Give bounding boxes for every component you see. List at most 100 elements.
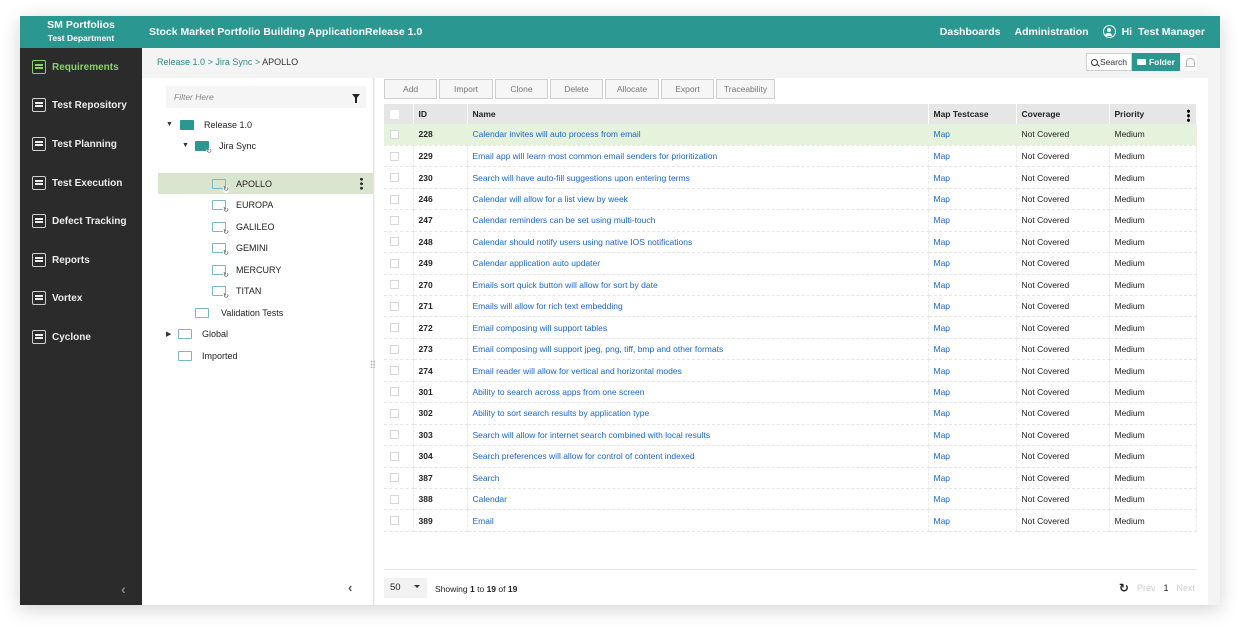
column-header-id[interactable]: ID (413, 104, 468, 124)
sidebar-item-test-execution[interactable]: Test Execution (32, 174, 122, 192)
map-testcase-link[interactable]: Map (934, 151, 951, 161)
requirement-name-link[interactable]: Emails will allow for rich text embeddin… (473, 301, 623, 311)
map-testcase-link[interactable]: Map (934, 430, 951, 440)
sidebar-item-vortex[interactable]: Vortex (32, 289, 82, 307)
delete-button[interactable]: Delete (550, 79, 603, 99)
row-checkbox[interactable] (390, 451, 399, 461)
caret-down-icon[interactable]: ▼ (182, 142, 190, 149)
table-row[interactable]: 303 Search will allow for internet search… (384, 424, 1197, 447)
table-row[interactable]: 270 Emails sort quick button will allow f… (384, 274, 1197, 297)
traceability-button[interactable]: Traceability (716, 79, 775, 99)
row-checkbox[interactable] (390, 516, 399, 526)
table-row[interactable]: 247 Calendar reminders can be set using m… (384, 209, 1197, 232)
tree-node-release[interactable]: ▼ Release 1.0 (166, 114, 252, 135)
sidebar-item-reports[interactable]: Reports (32, 251, 90, 269)
map-testcase-link[interactable]: Map (934, 280, 951, 290)
nav-dashboards[interactable]: Dashboards (940, 26, 1001, 38)
select-all-checkbox[interactable] (390, 109, 399, 119)
table-row[interactable]: 389 Email Map Not Covered Medium (384, 509, 1197, 532)
requirement-name-link[interactable]: Search preferences will allow for contro… (473, 451, 695, 461)
requirement-name-link[interactable]: Emails sort quick button will allow for … (473, 280, 658, 290)
tree-node-gemini[interactable]: GEMINI (212, 237, 268, 258)
brand[interactable]: SM Portfolios Test Department (20, 16, 142, 48)
page-size-select[interactable]: 50 (384, 578, 427, 598)
column-header-priority[interactable]: Priority (1109, 104, 1197, 124)
map-testcase-link[interactable]: Map (934, 408, 951, 418)
row-checkbox[interactable] (390, 173, 399, 183)
row-checkbox[interactable] (390, 151, 399, 161)
row-checkbox[interactable] (390, 366, 399, 376)
row-checkbox[interactable] (390, 280, 399, 290)
tree-filter-input[interactable]: Filter Here (166, 86, 366, 108)
tree-node-imported[interactable]: Imported (178, 345, 238, 366)
folder-view-button[interactable]: Folder (1131, 53, 1180, 71)
row-checkbox[interactable] (390, 215, 399, 225)
map-testcase-link[interactable]: Map (934, 344, 951, 354)
table-row[interactable]: 304 Search preferences will allow for con… (384, 445, 1197, 468)
sidebar-item-defect-tracking[interactable]: Defect Tracking (32, 212, 126, 230)
table-row[interactable]: 248 Calendar should notify users using na… (384, 231, 1197, 254)
requirement-name-link[interactable]: Search will have auto-fill suggestions u… (473, 173, 690, 183)
requirement-name-link[interactable]: Calendar should notify users using nativ… (473, 237, 693, 247)
map-testcase-link[interactable]: Map (934, 387, 951, 397)
refresh-icon[interactable]: ↻ (1119, 581, 1129, 595)
row-checkbox[interactable] (390, 194, 399, 204)
table-row[interactable]: 301 Ability to search across apps from on… (384, 381, 1197, 404)
requirement-name-link[interactable]: Search (473, 473, 500, 483)
row-checkbox[interactable] (390, 344, 399, 354)
row-checkbox[interactable] (390, 387, 399, 397)
requirement-name-link[interactable]: Ability to search across apps from one s… (473, 387, 645, 397)
next-page-button[interactable]: Next (1176, 583, 1195, 593)
sidebar-item-cyclone[interactable]: Cyclone (32, 328, 91, 346)
column-menu-icon[interactable] (1187, 109, 1190, 122)
requirement-name-link[interactable]: Email (473, 516, 494, 526)
collapse-tree-button[interactable]: ‹ (348, 580, 352, 595)
table-row[interactable]: 230 Search will have auto-fill suggestion… (384, 166, 1197, 189)
clone-button[interactable]: Clone (495, 79, 548, 99)
requirement-name-link[interactable]: Calendar (473, 494, 508, 504)
row-checkbox[interactable] (390, 430, 399, 440)
requirement-name-link[interactable]: Calendar application auto updater (473, 258, 601, 268)
map-testcase-link[interactable]: Map (934, 516, 951, 526)
map-testcase-link[interactable]: Map (934, 366, 951, 376)
map-testcase-link[interactable]: Map (934, 451, 951, 461)
row-checkbox[interactable] (390, 473, 399, 483)
row-checkbox[interactable] (390, 408, 399, 418)
table-row[interactable]: 302 Ability to sort search results by app… (384, 402, 1197, 425)
map-testcase-link[interactable]: Map (934, 473, 951, 483)
map-testcase-link[interactable]: Map (934, 215, 951, 225)
breadcrumb-jira-sync[interactable]: Jira Sync (215, 57, 252, 67)
requirement-name-link[interactable]: Search will allow for internet search co… (473, 430, 711, 440)
map-testcase-link[interactable]: Map (934, 494, 951, 504)
caret-down-icon[interactable]: ▼ (166, 121, 174, 128)
column-header-coverage[interactable]: Coverage (1016, 104, 1110, 124)
tree-node-europa[interactable]: EUROPA (212, 194, 273, 215)
column-header-map-testcase[interactable]: Map Testcase (928, 104, 1017, 124)
nav-administration[interactable]: Administration (1014, 26, 1088, 38)
row-checkbox[interactable] (390, 129, 399, 139)
search-view-button[interactable]: Search (1086, 53, 1132, 71)
requirement-name-link[interactable]: Calendar will allow for a list view by w… (473, 194, 628, 204)
filter-icon[interactable] (352, 94, 360, 103)
requirement-name-link[interactable]: Calendar reminders can be set using mult… (473, 215, 656, 225)
tree-node-jira-sync[interactable]: ▼ Jira Sync (182, 135, 256, 156)
notification-bell-icon[interactable] (1180, 54, 1198, 72)
requirement-name-link[interactable]: Email app will learn most common email s… (473, 151, 718, 161)
table-row[interactable]: 249 Calendar application auto updater Map N… (384, 252, 1197, 275)
import-button[interactable]: Import (439, 79, 493, 99)
table-row[interactable]: 272 Email composing will support tables Ma… (384, 316, 1197, 339)
user-menu[interactable]: Hi Test Manager (1102, 25, 1205, 38)
node-options-icon[interactable] (360, 177, 363, 190)
table-row[interactable]: 387 Search Map Not Covered Medium (384, 467, 1197, 489)
breadcrumb-release[interactable]: Release 1.0 (157, 57, 205, 67)
export-button[interactable]: Export (661, 79, 714, 99)
map-testcase-link[interactable]: Map (934, 258, 951, 268)
requirement-name-link[interactable]: Ability to sort search results by applic… (473, 408, 650, 418)
allocate-button[interactable]: Allocate (605, 79, 659, 99)
sidebar-item-test-planning[interactable]: Test Planning (32, 135, 117, 153)
table-row[interactable]: 274 Email reader will allow for vertical … (384, 359, 1197, 382)
table-row[interactable]: 388 Calendar Map Not Covered Medium (384, 488, 1197, 511)
row-checkbox[interactable] (390, 494, 399, 504)
current-page[interactable]: 1 (1163, 583, 1168, 593)
requirement-name-link[interactable]: Email reader will allow for vertical and… (473, 366, 682, 376)
